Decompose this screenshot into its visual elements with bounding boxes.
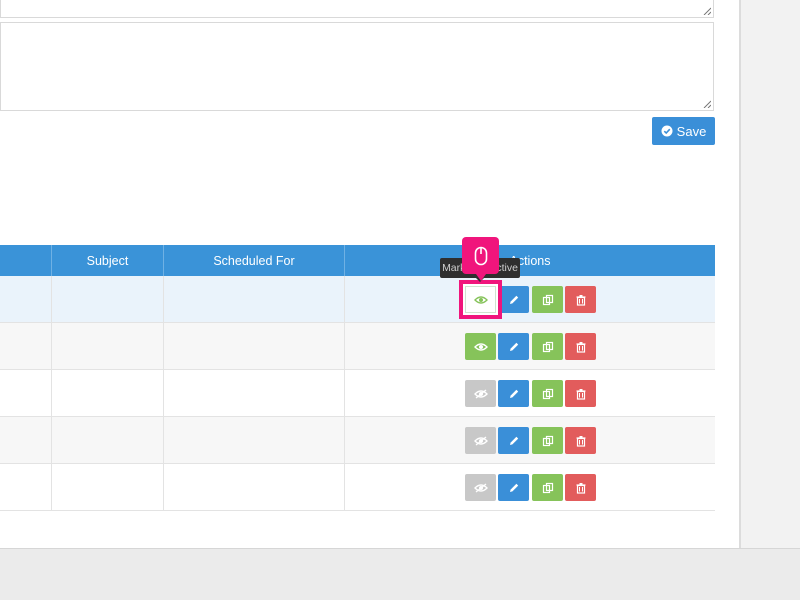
eye-icon: [473, 295, 488, 304]
copy-button[interactable]: [532, 474, 563, 501]
trash-icon: [576, 341, 585, 353]
pencil-icon: [509, 389, 518, 398]
delete-button[interactable]: [565, 474, 596, 501]
copy-button[interactable]: [532, 333, 563, 360]
view-toggle-button[interactable]: [465, 474, 496, 501]
right-scroll-gutter: [740, 0, 800, 548]
header-scheduled-for[interactable]: Scheduled For: [164, 245, 345, 276]
pencil-icon: [509, 295, 518, 304]
eye-slash-icon: [473, 482, 488, 493]
table-row: [0, 370, 715, 417]
pencil-icon: [509, 436, 518, 445]
copy-button[interactable]: [532, 286, 563, 313]
table-cell-scheduled: [164, 417, 345, 463]
table-row: [0, 417, 715, 464]
textarea-top[interactable]: [0, 0, 714, 18]
edit-button[interactable]: [498, 380, 529, 407]
edit-button[interactable]: [498, 427, 529, 454]
view-toggle-button[interactable]: [465, 333, 496, 360]
trash-icon: [576, 435, 585, 447]
table-cell-scheduled: [164, 370, 345, 416]
eye-icon: [473, 342, 488, 351]
table-cell: [0, 370, 52, 416]
table-cell-scheduled: [164, 276, 345, 322]
resize-grip-icon[interactable]: [703, 7, 711, 15]
copy-icon: [542, 294, 553, 305]
edit-button[interactable]: [498, 474, 529, 501]
table-cell-subject: [52, 370, 164, 416]
pencil-icon: [509, 342, 518, 351]
header-actions: Actions: [509, 253, 551, 268]
copy-icon: [542, 482, 553, 493]
table-cell-subject: [52, 464, 164, 510]
trash-icon: [576, 482, 585, 494]
save-button[interactable]: Save: [652, 117, 715, 145]
resize-grip-icon[interactable]: [703, 100, 711, 108]
header-subject[interactable]: Subject: [52, 245, 164, 276]
copy-icon: [542, 435, 553, 446]
delete-button[interactable]: [565, 286, 596, 313]
table-header: Subject Scheduled For Actions: [0, 245, 715, 276]
edit-button[interactable]: [498, 333, 529, 360]
copy-button[interactable]: [532, 427, 563, 454]
table-cell: [0, 464, 52, 510]
save-button-label: Save: [676, 123, 707, 139]
copy-icon: [542, 341, 553, 352]
copy-icon: [542, 388, 553, 399]
footer-bar: [0, 548, 800, 600]
delete-button[interactable]: [565, 333, 596, 360]
mouse-pointer-badge: [462, 237, 499, 281]
pencil-icon: [509, 483, 518, 492]
table-cell-subject: [52, 417, 164, 463]
table-row: [0, 323, 715, 370]
check-circle-icon: [661, 125, 673, 137]
delete-button[interactable]: [565, 427, 596, 454]
eye-slash-icon: [473, 388, 488, 399]
table-cell: [0, 276, 52, 322]
header-col-empty: [0, 245, 52, 276]
table-cell: [0, 323, 52, 369]
highlight-box: [459, 280, 502, 319]
table-cell-scheduled: [164, 323, 345, 369]
view-toggle-button[interactable]: [465, 380, 496, 407]
table-row: [0, 276, 715, 323]
table-cell-subject: [52, 323, 164, 369]
eye-slash-icon: [473, 435, 488, 446]
view-toggle-button-highlighted[interactable]: [465, 286, 496, 313]
view-toggle-button[interactable]: [465, 427, 496, 454]
trash-icon: [576, 388, 585, 400]
table-cell-subject: [52, 276, 164, 322]
trash-icon: [576, 294, 585, 306]
delete-button[interactable]: [565, 380, 596, 407]
table-row: [0, 464, 715, 511]
copy-button[interactable]: [532, 380, 563, 407]
table-cell: [0, 417, 52, 463]
mouse-icon: [474, 246, 487, 265]
textarea-message[interactable]: [0, 22, 714, 111]
content-panel: Save Subject Scheduled For Actions Mark …: [0, 0, 740, 548]
edit-button[interactable]: [498, 286, 529, 313]
table-cell-scheduled: [164, 464, 345, 510]
